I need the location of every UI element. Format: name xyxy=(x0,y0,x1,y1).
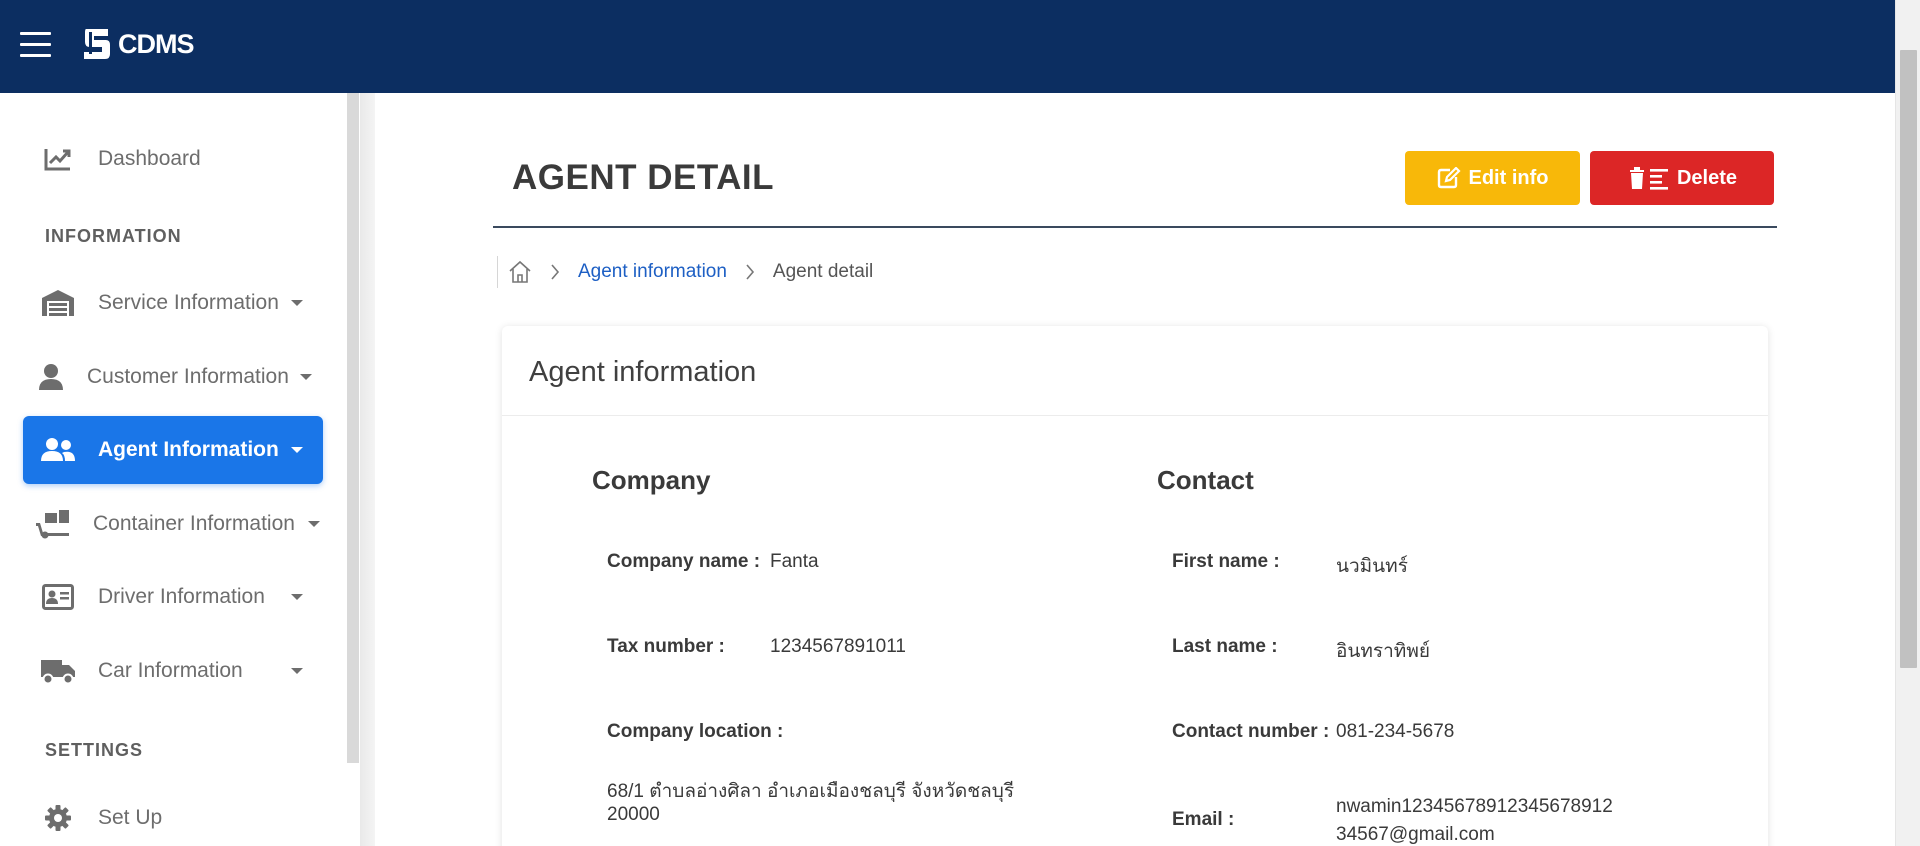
sidebar-divider xyxy=(360,93,375,846)
last-name-value: อินทราทิพย์ xyxy=(1336,641,1430,662)
sidebar-item-car-information[interactable]: Car Information xyxy=(23,637,323,705)
sidebar-item-service-information[interactable]: Service Information xyxy=(23,269,323,337)
chevron-right-icon xyxy=(745,264,755,280)
chevron-down-icon xyxy=(291,594,303,600)
edit-info-button[interactable]: Edit info xyxy=(1405,151,1580,205)
hamburger-menu-icon[interactable] xyxy=(20,32,51,58)
company-location-label: Company location : xyxy=(607,721,784,742)
sidebar-item-label: Service Information xyxy=(98,291,279,314)
company-location-line1: 68/1 ตำบลอ่างศิลา อำเภอเมืองชลบุรี จังหว… xyxy=(607,781,1015,802)
chevron-right-icon xyxy=(550,264,560,280)
section-label-settings: SETTINGS xyxy=(45,740,144,760)
top-navbar: CDMS xyxy=(0,0,1895,93)
chevron-down-icon xyxy=(291,447,303,453)
chevron-down-icon xyxy=(300,374,312,380)
trash-list-icon xyxy=(1629,167,1668,190)
breadcrumb-current: Agent detail xyxy=(772,261,874,282)
sidebar-item-dashboard[interactable]: Dashboard xyxy=(23,125,323,193)
section-label-information: INFORMATION xyxy=(45,226,182,246)
company-name-label: Company name : xyxy=(607,551,761,572)
edit-info-label: Edit info xyxy=(1468,166,1549,189)
sidebar-item-label: Agent Information xyxy=(98,438,279,461)
delete-label: Delete xyxy=(1676,166,1738,189)
chart-line-icon xyxy=(40,143,76,175)
agent-information-card: Agent information Company Company name :… xyxy=(502,326,1768,846)
breadcrumb-link-agent-information[interactable]: Agent information xyxy=(578,261,727,283)
sidebar-item-set-up[interactable]: Set Up xyxy=(23,784,323,846)
sidebar-item-label: Customer Information xyxy=(87,365,289,388)
edit-icon xyxy=(1437,167,1461,189)
company-heading: Company xyxy=(592,465,711,495)
card-title: Agent information xyxy=(529,356,757,388)
title-divider xyxy=(493,226,1777,228)
tax-number-label: Tax number : xyxy=(607,636,725,657)
sidebar-item-customer-information[interactable]: Customer Information xyxy=(23,343,323,411)
dolly-icon xyxy=(35,508,71,540)
truck-icon xyxy=(40,655,76,687)
last-name-label: Last name : xyxy=(1172,636,1278,657)
delete-button[interactable]: Delete xyxy=(1590,151,1774,205)
chevron-down-icon xyxy=(291,668,303,674)
tax-number-value: 1234567891011 xyxy=(770,636,906,657)
first-name-label: First name : xyxy=(1172,551,1280,572)
sidebar-item-agent-information[interactable]: Agent Information xyxy=(23,416,323,484)
contact-number-label: Contact number : xyxy=(1172,721,1330,742)
id-card-icon xyxy=(40,581,76,613)
email-value-line1: nwamin12345678912345678912 xyxy=(1336,796,1613,817)
contact-number-value: 081-234-5678 xyxy=(1336,721,1455,742)
warehouse-icon xyxy=(40,287,76,319)
sidebar-item-label: Container Information xyxy=(93,512,295,535)
email-value-line2: 34567@gmail.com xyxy=(1336,824,1495,845)
users-icon xyxy=(40,434,76,466)
home-icon[interactable] xyxy=(508,260,532,284)
logo-mark-icon xyxy=(84,29,110,59)
email-label: Email : xyxy=(1172,809,1235,830)
company-location-line2: 20000 xyxy=(607,804,660,825)
chevron-down-icon xyxy=(291,300,303,306)
sidebar-item-container-information[interactable]: Container Information xyxy=(23,490,323,558)
card-header: Agent information xyxy=(502,326,1768,416)
page-title: AGENT DETAIL xyxy=(512,158,775,197)
sidebar-item-label: Set Up xyxy=(98,806,163,829)
page-scrollbar[interactable] xyxy=(1895,0,1920,846)
breadcrumb: Agent information Agent detail xyxy=(497,256,873,288)
brand-name: CDMS xyxy=(118,28,194,59)
sidebar-item-label: Car Information xyxy=(98,659,243,682)
user-icon xyxy=(33,361,69,393)
gear-icon xyxy=(40,802,76,834)
sidebar-item-label: Driver Information xyxy=(98,585,265,608)
app-logo[interactable]: CDMS xyxy=(82,27,194,61)
first-name-value: นวมินทร์ xyxy=(1336,556,1408,577)
company-name-value: Fanta xyxy=(770,551,819,572)
sidebar-scrollbar-thumb[interactable] xyxy=(347,93,359,763)
chevron-down-icon xyxy=(308,521,320,527)
sidebar-scrollbar[interactable] xyxy=(347,93,360,846)
page-scrollbar-thumb[interactable] xyxy=(1900,50,1917,668)
sidebar: Dashboard INFORMATION Service Informatio… xyxy=(0,93,360,846)
contact-heading: Contact xyxy=(1157,465,1254,495)
sidebar-item-driver-information[interactable]: Driver Information xyxy=(23,563,323,631)
sidebar-item-label: Dashboard xyxy=(98,147,201,170)
